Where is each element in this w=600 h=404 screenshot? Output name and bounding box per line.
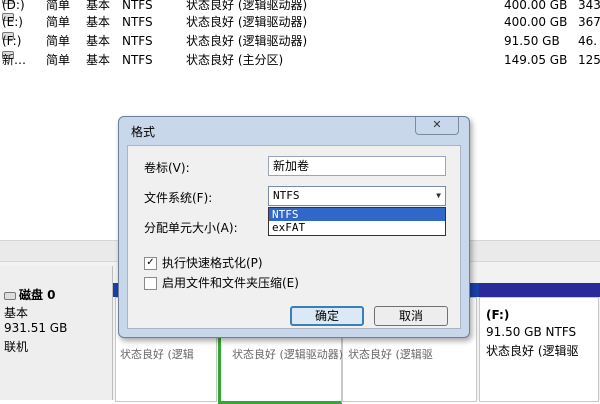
disk-name: 磁盘 0 — [19, 288, 56, 302]
compression-option[interactable]: 启用文件和文件夹压缩(E) — [144, 274, 299, 291]
disk-type: 基本 — [4, 306, 29, 320]
volume-capacity: 400.00 GB — [504, 15, 568, 29]
volume-status: 状态良好 (逻辑驱动器) — [186, 15, 308, 29]
volume-label-caption: 卷标(V): — [144, 161, 190, 175]
file-system-dropdown: NTFS exFAT — [268, 207, 446, 236]
partition-status: 状态良好 (逻辑 — [120, 348, 194, 361]
partition-f-size: 91.50 GB NTFS — [486, 325, 577, 339]
volume-free: 46. — [578, 34, 598, 48]
volume-fs: NTFS — [122, 53, 153, 67]
compression-checkbox[interactable] — [144, 277, 157, 290]
volume-status: 状态良好 (主分区) — [186, 53, 284, 67]
volume-layout: 简单 — [46, 53, 71, 67]
chevron-down-icon: ▼ — [436, 191, 441, 200]
partition-block-f[interactable]: (F:) 91.50 GB NTFS 状态良好 (逻辑驱 — [479, 297, 599, 402]
volume-layout: 简单 — [46, 15, 71, 29]
ok-button[interactable]: 确定 — [290, 306, 364, 326]
volume-row-new[interactable]: 新… 简单 基本 NTFS 状态良好 (主分区) 149.05 GB 125 — [0, 51, 600, 69]
dialog-title: 格式 — [131, 125, 156, 139]
volume-fs: NTFS — [122, 34, 153, 48]
file-system-selected: NTFS — [273, 189, 300, 202]
partition-status: 状态良好 (逻辑驱动器) — [232, 348, 344, 361]
disk-state: 联机 — [4, 340, 29, 354]
volume-row-d[interactable]: (D:) 简单 基本 NTFS 状态良好 (逻辑驱动器) 400.00 GB 3… — [0, 0, 600, 14]
volume-capacity: 149.05 GB — [504, 53, 568, 67]
volume-status: 状态良好 (逻辑驱动器) — [186, 0, 308, 12]
partition-f-header — [479, 283, 600, 297]
volume-free: 343 — [578, 0, 600, 12]
quick-format-option[interactable]: ✓ 执行快速格式化(P) — [144, 254, 263, 271]
volume-name: (D:) — [2, 0, 25, 12]
volume-label-input[interactable]: 新加卷 — [268, 156, 446, 176]
volume-row-e[interactable]: (E:) 简单 基本 NTFS 状态良好 (逻辑驱动器) 400.00 GB 3… — [0, 13, 600, 31]
fs-option-exfat[interactable]: exFAT — [269, 221, 445, 234]
dialog-body: 卷标(V): 新加卷 文件系统(F): NTFS ▼ NTFS exFAT 分配… — [127, 145, 461, 329]
volume-name: 新… — [2, 53, 27, 67]
volume-type: 基本 — [86, 34, 111, 48]
volume-free: 367 — [578, 15, 600, 29]
cancel-button[interactable]: 取消 — [374, 306, 448, 326]
file-system-select[interactable]: NTFS ▼ — [268, 186, 446, 206]
volume-layout: 简单 — [46, 0, 71, 12]
disk-size: 931.51 GB — [4, 321, 68, 335]
volume-capacity: 400.00 GB — [504, 0, 568, 12]
volume-row-f[interactable]: (F:) 简单 基本 NTFS 状态良好 (逻辑驱动器) 91.50 GB 46… — [0, 32, 600, 50]
partition-f-title: (F:) — [486, 308, 510, 322]
close-icon: ✕ — [432, 118, 442, 131]
volume-free: 125 — [578, 53, 600, 67]
volume-layout: 简单 — [46, 34, 71, 48]
volume-fs: NTFS — [122, 0, 153, 12]
close-button[interactable]: ✕ — [415, 117, 459, 135]
fs-option-ntfs[interactable]: NTFS — [269, 208, 445, 221]
partition-status: 状态良好 (逻辑驱 — [348, 348, 433, 361]
volume-fs: NTFS — [122, 15, 153, 29]
format-dialog: 格式 ✕ 卷标(V): 新加卷 文件系统(F): NTFS ▼ NTFS exF… — [118, 116, 470, 338]
volume-status: 状态良好 (逻辑驱动器) — [186, 34, 308, 48]
compression-label: 启用文件和文件夹压缩(E) — [162, 276, 299, 290]
disk-info-panel[interactable]: 磁盘 0 基本 931.51 GB 联机 — [0, 266, 113, 400]
quick-format-checkbox[interactable]: ✓ — [144, 257, 157, 270]
volume-name: (E:) — [2, 15, 23, 29]
volume-type: 基本 — [86, 0, 111, 12]
disk-icon — [4, 291, 16, 300]
volume-name: (F:) — [2, 34, 22, 48]
partition-f-status: 状态良好 (逻辑驱 — [486, 344, 579, 358]
volume-type: 基本 — [86, 15, 111, 29]
volume-type: 基本 — [86, 53, 111, 67]
file-system-caption: 文件系统(F): — [144, 191, 213, 205]
allocation-size-caption: 分配单元大小(A): — [144, 221, 238, 235]
quick-format-label: 执行快速格式化(P) — [162, 256, 263, 270]
volume-capacity: 91.50 GB — [504, 34, 560, 48]
volume-list: (D:) 简单 基本 NTFS 状态良好 (逻辑驱动器) 400.00 GB 3… — [0, 0, 600, 72]
